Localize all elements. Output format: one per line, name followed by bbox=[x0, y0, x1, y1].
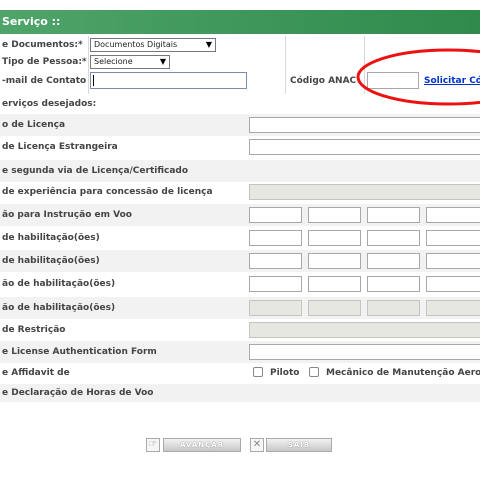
service-label: de habilitação(ões) bbox=[2, 256, 100, 266]
service-input-disabled bbox=[308, 300, 361, 316]
service-row: e License Authentication Form bbox=[0, 341, 480, 363]
service-input[interactable] bbox=[249, 253, 302, 269]
service-label: e License Authentication Form bbox=[2, 347, 157, 357]
service-input-disabled bbox=[367, 300, 420, 316]
service-input[interactable] bbox=[426, 230, 480, 246]
service-input[interactable] bbox=[249, 117, 480, 133]
service-input-disabled bbox=[249, 322, 480, 338]
service-input[interactable] bbox=[308, 276, 361, 292]
service-input[interactable] bbox=[426, 207, 480, 223]
avancar-button[interactable]: AVANÇAR bbox=[163, 438, 241, 452]
service-label: de Licença Estrangeira bbox=[2, 142, 118, 152]
service-label: e segunda via de Licença/Certificado bbox=[2, 166, 189, 176]
service-row: e segunda via de Licença/Certificado bbox=[0, 160, 480, 182]
service-row: o de Licença bbox=[0, 114, 480, 136]
service-input[interactable] bbox=[426, 253, 480, 269]
service-input[interactable] bbox=[249, 207, 302, 223]
service-input[interactable] bbox=[308, 253, 361, 269]
service-input[interactable] bbox=[249, 276, 302, 292]
mecanico-label: Mecânico de Manutenção Aero bbox=[326, 368, 480, 378]
service-input-disabled bbox=[426, 300, 480, 316]
service-input-disabled bbox=[249, 300, 302, 316]
close-icon: ✕ bbox=[250, 438, 264, 452]
service-label: de habilitação(ões) bbox=[2, 233, 100, 243]
piloto-checkbox[interactable] bbox=[253, 367, 263, 377]
service-input[interactable] bbox=[308, 230, 361, 246]
service-label: ão de habilitação(ões) bbox=[2, 279, 116, 289]
service-input[interactable] bbox=[367, 276, 420, 292]
service-input[interactable] bbox=[249, 139, 480, 155]
service-input[interactable] bbox=[367, 253, 420, 269]
sair-button[interactable]: SAIR bbox=[266, 438, 332, 452]
service-input[interactable] bbox=[308, 207, 361, 223]
service-input[interactable] bbox=[249, 344, 480, 360]
service-label: ão de habilitação(ões) bbox=[2, 303, 116, 313]
service-row: de experiência para concessão de licença bbox=[0, 181, 480, 203]
service-input[interactable] bbox=[426, 276, 480, 292]
service-input[interactable] bbox=[367, 207, 420, 223]
mecanico-checkbox[interactable] bbox=[309, 367, 319, 377]
service-input[interactable] bbox=[367, 230, 420, 246]
service-row: ão de habilitação(ões) bbox=[0, 297, 480, 319]
service-label: o de Licença bbox=[2, 120, 66, 130]
service-row: de habilitação(ões) bbox=[0, 250, 480, 272]
service-label: de experiência para concessão de licença bbox=[2, 187, 213, 197]
service-row: ão de habilitação(ões) bbox=[0, 273, 480, 295]
service-row: e Affidavit de Piloto Mecânico de Manute… bbox=[0, 362, 480, 384]
service-label: ão para Instrução em Voo bbox=[2, 210, 132, 220]
service-input[interactable] bbox=[249, 230, 302, 246]
service-row: ão para Instrução em Voo bbox=[0, 204, 480, 226]
service-label: e Affidavit de bbox=[2, 368, 70, 378]
service-input-disabled bbox=[249, 184, 480, 200]
service-label: e Declaração de Horas de Voo bbox=[2, 388, 154, 398]
avancar-icon: ☞ bbox=[146, 438, 160, 452]
service-row: de Licença Estrangeira bbox=[0, 136, 480, 158]
piloto-label: Piloto bbox=[270, 368, 300, 378]
service-row: e Declaração de Horas de Voo bbox=[0, 384, 480, 402]
service-row: de habilitação(ões) bbox=[0, 227, 480, 249]
service-row: de Restrição bbox=[0, 319, 480, 341]
section-subtitle: erviços desejados: bbox=[2, 99, 97, 109]
service-label: de Restrição bbox=[2, 325, 66, 335]
